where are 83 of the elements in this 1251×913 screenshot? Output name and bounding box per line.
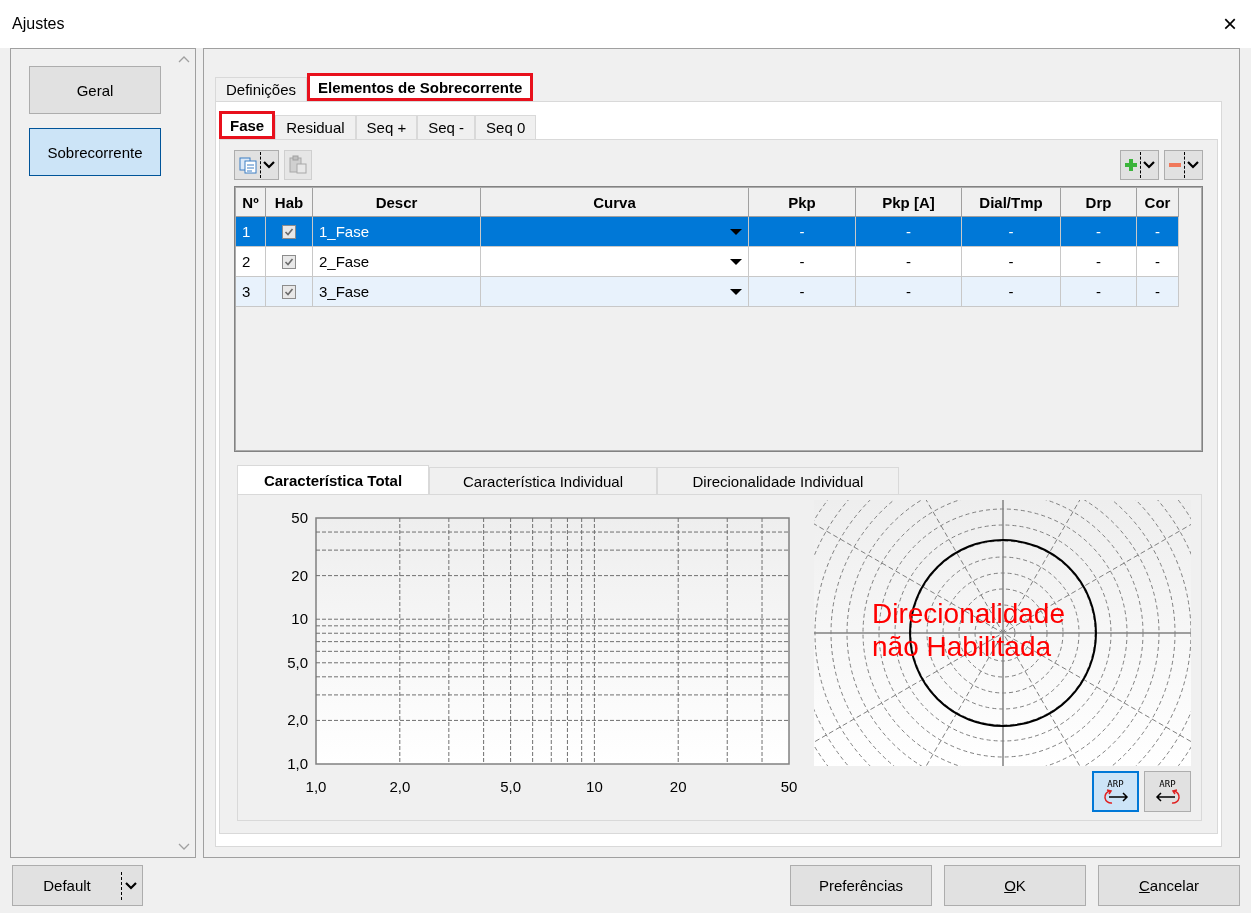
table-cell: - — [749, 217, 856, 247]
copy-icon — [238, 155, 258, 175]
table-cell: 3_Fase — [313, 277, 481, 307]
table-cell: - — [856, 277, 962, 307]
column-header[interactable]: Hab — [266, 188, 313, 217]
x-tick-label: 10 — [586, 778, 603, 795]
column-header[interactable]: Dial/Tmp — [962, 188, 1061, 217]
column-header[interactable]: Curva — [481, 188, 749, 217]
dropdown-cell[interactable] — [481, 277, 749, 307]
tab[interactable]: Característica Individual — [429, 467, 657, 494]
table-cell: - — [1137, 247, 1179, 277]
tab[interactable]: Seq 0 — [475, 115, 537, 139]
tab[interactable]: Definições — [215, 77, 308, 101]
table-cell: 1 — [236, 217, 266, 247]
caret-icon — [263, 161, 275, 169]
table-cell: - — [1137, 277, 1179, 307]
table-cell: - — [749, 247, 856, 277]
column-header[interactable]: Pkp [A] — [856, 188, 962, 217]
sidebar-item[interactable]: Geral — [29, 66, 161, 114]
window-title: Ajustes — [12, 15, 65, 33]
remove-button[interactable] — [1164, 150, 1203, 180]
checkbox[interactable] — [282, 284, 296, 299]
dropdown-cell[interactable] — [481, 247, 749, 277]
copy-button[interactable] — [234, 150, 279, 180]
column-header[interactable]: Nº — [236, 188, 266, 217]
caret-icon — [125, 881, 137, 890]
y-tick-label: 20 — [291, 566, 308, 584]
add-button[interactable] — [1120, 150, 1159, 180]
tab[interactable]: Característica Total — [237, 465, 429, 494]
column-header[interactable]: Descr — [313, 188, 481, 217]
tab[interactable]: Seq + — [355, 115, 418, 139]
table-cell: - — [962, 247, 1061, 277]
table-cell: 2 — [236, 247, 266, 277]
table-cell: - — [856, 217, 962, 247]
table-cell: - — [749, 277, 856, 307]
tab[interactable]: Direcionalidade Individual — [657, 467, 899, 494]
x-tick-label: 2,0 — [389, 778, 411, 795]
dialog-button[interactable]: Preferências — [790, 865, 932, 906]
y-tick-label: 5,0 — [287, 653, 308, 671]
table-cell: - — [1137, 217, 1179, 247]
profile-split-button[interactable]: Default — [12, 865, 143, 906]
plus-icon — [1124, 158, 1138, 172]
tab[interactable]: Elementos de Sobrecorrente — [307, 73, 534, 101]
table-cell: 2_Fase — [313, 247, 481, 277]
table-cell: - — [856, 247, 962, 277]
direction-button[interactable]: ARP — [1144, 771, 1191, 812]
table-cell: - — [1061, 247, 1137, 277]
close-button[interactable]: × — [1223, 10, 1237, 38]
x-tick-label: 5,0 — [500, 778, 522, 795]
checkbox[interactable] — [282, 224, 296, 239]
tab[interactable]: Seq - — [417, 115, 476, 139]
column-header[interactable]: Drp — [1061, 188, 1137, 217]
x-tick-label: 20 — [669, 778, 687, 795]
dropdown-arrow-icon — [730, 258, 742, 265]
y-tick-label: 1,0 — [287, 755, 308, 772]
dropdown-arrow-icon — [730, 228, 742, 235]
dropdown-cell[interactable] — [481, 217, 749, 247]
scroll-up-icon[interactable] — [177, 55, 190, 63]
table-cell: 1_Fase — [313, 217, 481, 247]
column-header[interactable]: Cor — [1137, 188, 1179, 217]
x-tick-label: 50 — [780, 778, 798, 795]
sidebar-item[interactable]: Sobrecorrente — [29, 128, 161, 176]
caret-icon — [1143, 161, 1155, 169]
dropdown-arrow-icon — [730, 288, 742, 295]
table-cell: - — [962, 277, 1061, 307]
paste-icon — [288, 155, 308, 175]
table-cell: - — [962, 217, 1061, 247]
caret-icon — [1187, 161, 1199, 169]
y-tick-label: 50 — [291, 509, 308, 526]
dialog-button[interactable]: Cancelar — [1098, 865, 1240, 906]
x-tick-label: 1,0 — [305, 778, 327, 795]
direction-button[interactable]: ARP — [1092, 771, 1139, 812]
table-cell: - — [1061, 217, 1137, 247]
dialog-button[interactable]: OK — [944, 865, 1086, 906]
tab[interactable]: Residual — [275, 115, 356, 139]
column-header[interactable]: Pkp — [749, 188, 856, 217]
table-cell: 3 — [236, 277, 266, 307]
scroll-down-icon[interactable] — [177, 843, 190, 851]
tab[interactable]: Fase — [219, 111, 276, 139]
table-cell: - — [1061, 277, 1137, 307]
y-tick-label: 10 — [291, 610, 308, 628]
checkbox[interactable] — [282, 254, 296, 269]
y-tick-label: 2,0 — [287, 711, 308, 729]
